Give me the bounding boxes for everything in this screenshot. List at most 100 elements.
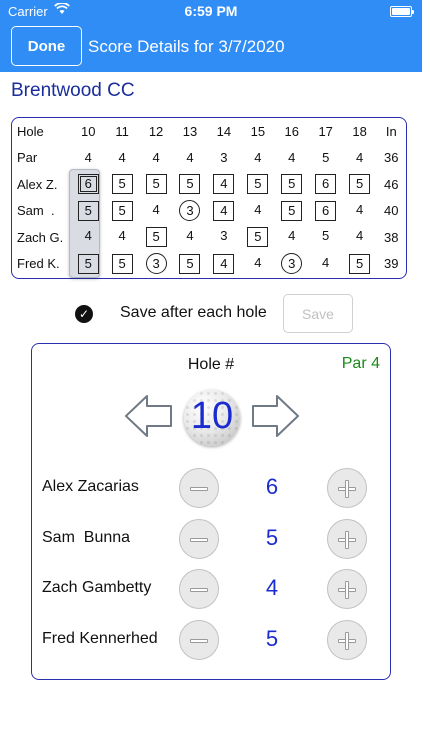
score-value[interactable]: 4 [146,201,167,221]
score-value[interactable]: 4 [349,201,370,221]
player-hole-score: 4 [265,575,279,600]
nav-title: Score Details for 3/7/2020 [88,37,285,56]
player-entry-row: Alex Zacarias 6 [32,465,390,509]
hole-number[interactable]: 10 [71,118,105,145]
player-entry-row: Fred Kennerhed 5 [32,617,390,661]
score-value[interactable]: 5 [77,200,99,221]
increment-button[interactable] [327,519,367,559]
scorecard-table: Hole 10 11 12 13 14 15 16 17 18 In Par 4… [12,118,406,277]
decrement-button[interactable] [179,569,219,609]
score-cell: 3 [207,224,241,251]
score-cell: 5 [343,171,377,198]
score-value[interactable]: 5 [349,174,371,195]
score-value[interactable]: 3 [213,227,234,247]
score-value[interactable]: 5 [315,227,336,247]
minus-icon [190,588,208,592]
score-cell: 5 [105,251,139,278]
score-value[interactable]: 5 [145,174,167,195]
player-score-row: Zach G. 4 4 5 4 3 5 4 5 4 38 [12,224,406,251]
decrement-button[interactable] [179,519,219,559]
increment-button[interactable] [327,569,367,609]
score-value[interactable]: 5 [145,227,167,248]
score-value[interactable]: 3 [281,253,303,275]
score-cell: 4 [105,224,139,251]
score-cell: 5 [71,198,105,225]
player-total: 38 [384,229,399,245]
par-cell: 4 [118,150,126,166]
hole-number[interactable]: 12 [139,118,173,145]
score-value[interactable]: 6 [315,174,337,195]
player-short-name: Fred K. [17,256,60,272]
player-hole-score: 5 [265,525,279,550]
right-arrow-icon[interactable] [251,394,299,438]
par-cell: 4 [152,150,160,166]
header-cell: Hole [17,123,44,139]
hole-number[interactable]: 14 [207,118,241,145]
done-button[interactable]: Done [11,26,82,66]
score-value[interactable]: 5 [349,253,371,274]
hole-header-row: Hole 10 11 12 13 14 15 16 17 18 In [12,118,406,145]
score-cell: 3 [275,251,309,278]
score-value[interactable]: 3 [145,253,167,275]
par-label: Par 4 [341,355,380,372]
score-value[interactable]: 5 [281,200,303,221]
par-cell: 4 [186,150,194,166]
score-value[interactable]: 4 [315,254,336,274]
score-cell: 5 [105,171,139,198]
hole-number[interactable]: 15 [241,118,275,145]
score-cell: 5 [139,224,173,251]
score-value[interactable]: 4 [247,254,268,274]
hole-number[interactable]: 13 [173,118,207,145]
increment-button[interactable] [327,468,367,508]
score-value[interactable]: 4 [112,227,133,247]
score-cell: 5 [241,171,275,198]
player-short-name: Zach G. [17,229,64,245]
score-cell: 4 [139,198,173,225]
score-value[interactable]: 5 [77,253,99,274]
hole-number[interactable]: 16 [275,118,309,145]
score-value[interactable]: 4 [213,253,235,274]
left-arrow-icon[interactable] [125,394,173,438]
decrement-button[interactable] [179,468,219,508]
score-value[interactable]: 5 [111,200,133,221]
check-icon[interactable]: ✓ [75,305,93,323]
score-cell: 3 [139,251,173,278]
player-score-row: Alex Z. 6 5 5 5 4 5 5 6 5 46 [12,171,406,198]
par-cell: 5 [322,150,330,166]
plus-icon-center [346,640,348,642]
score-value[interactable]: 6 [77,174,99,195]
player-score-row: Fred K. 5 5 3 5 4 4 3 4 5 39 [12,251,406,278]
score-value[interactable]: 3 [179,200,201,222]
score-value[interactable]: 6 [315,200,337,221]
minus-icon [190,538,208,542]
hole-number[interactable]: 18 [343,118,377,145]
save-button[interactable]: Save [283,294,353,333]
player-score-row: Sam . 5 5 4 3 4 4 5 6 4 40 [12,198,406,225]
status-bar: Carrier 6:59 PM [0,2,422,21]
score-value[interactable]: 4 [247,201,268,221]
plus-icon-center [346,488,348,490]
player-total: 39 [384,256,399,272]
increment-button[interactable] [327,620,367,660]
score-cell: 5 [173,251,207,278]
score-value[interactable]: 4 [78,227,99,247]
score-value[interactable]: 5 [111,174,133,195]
decrement-button[interactable] [179,620,219,660]
minus-icon [190,487,208,491]
score-value[interactable]: 5 [111,253,133,274]
hole-number[interactable]: 11 [105,118,139,145]
score-value[interactable]: 4 [213,200,235,221]
par-cell: 4 [288,150,296,166]
score-cell: 5 [241,224,275,251]
score-value[interactable]: 5 [247,174,269,195]
plus-icon-center [346,589,348,591]
score-value[interactable]: 5 [179,174,201,195]
score-value[interactable]: 4 [213,174,235,195]
score-value[interactable]: 5 [281,174,303,195]
score-value[interactable]: 4 [179,227,200,247]
score-value[interactable]: 4 [281,227,302,247]
score-value[interactable]: 5 [179,253,201,274]
hole-number[interactable]: 17 [309,118,343,145]
score-value[interactable]: 4 [349,227,370,247]
score-value[interactable]: 5 [247,227,269,248]
